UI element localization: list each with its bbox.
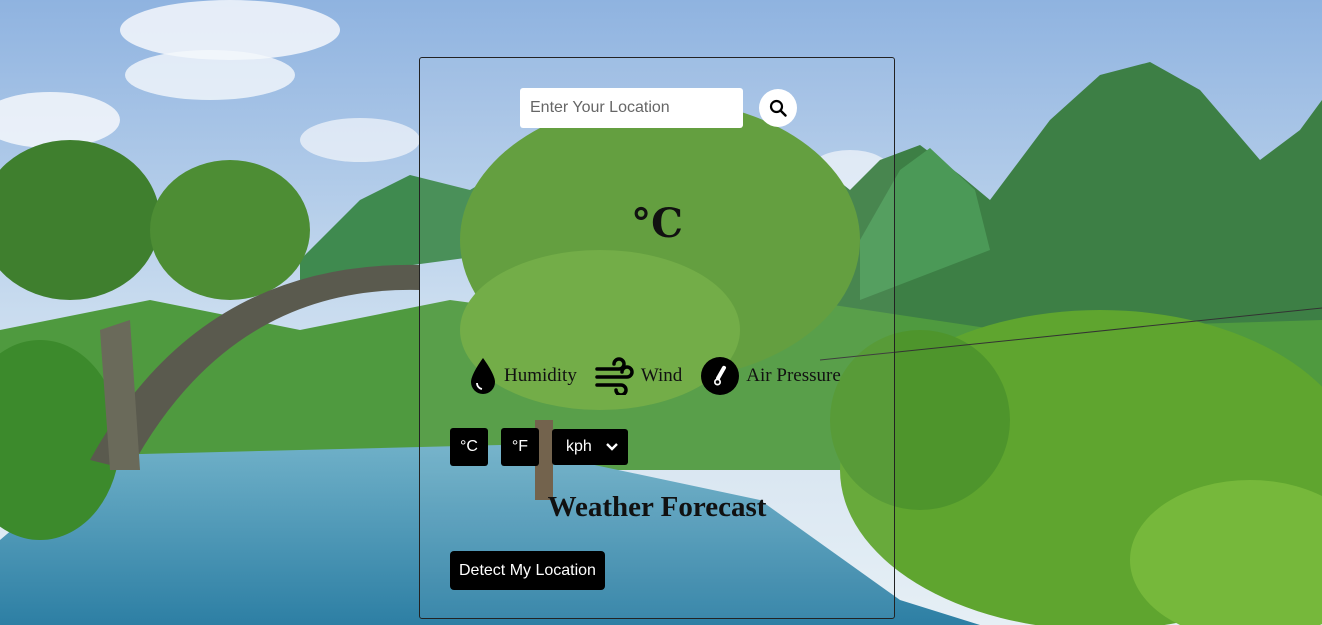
celsius-button[interactable]: °C: [450, 428, 488, 466]
search-icon: [769, 99, 787, 117]
wind-label: Wind: [640, 365, 683, 386]
speed-unit-value: kph: [566, 438, 592, 455]
droplet-icon: [471, 358, 495, 394]
location-search-input[interactable]: [520, 88, 743, 128]
wind-stat: Wind: [595, 357, 682, 395]
temperature-display: °C: [631, 200, 683, 247]
thermometer-gauge-icon: [701, 357, 740, 395]
unit-controls: °C °F kph: [450, 428, 628, 466]
humidity-label: Humidity: [504, 365, 577, 386]
speed-unit-select[interactable]: kph: [552, 429, 628, 465]
forecast-heading: Weather Forecast: [547, 491, 767, 523]
search-bar: [520, 88, 797, 128]
detect-location-button[interactable]: Detect My Location: [450, 551, 605, 590]
weather-stats: Humidity Wind Air Pressure: [468, 356, 859, 396]
search-button[interactable]: [759, 89, 797, 127]
chevron-down-icon: [606, 443, 618, 451]
weather-card: °C Humidity Wind Air Pressure: [419, 57, 895, 619]
air-pressure-stat: Air Pressure: [700, 356, 841, 396]
humidity-stat: Humidity: [468, 356, 577, 396]
air-pressure-label: Air Pressure: [746, 365, 841, 386]
wind-icon: [595, 357, 634, 395]
fahrenheit-button[interactable]: °F: [501, 428, 539, 466]
